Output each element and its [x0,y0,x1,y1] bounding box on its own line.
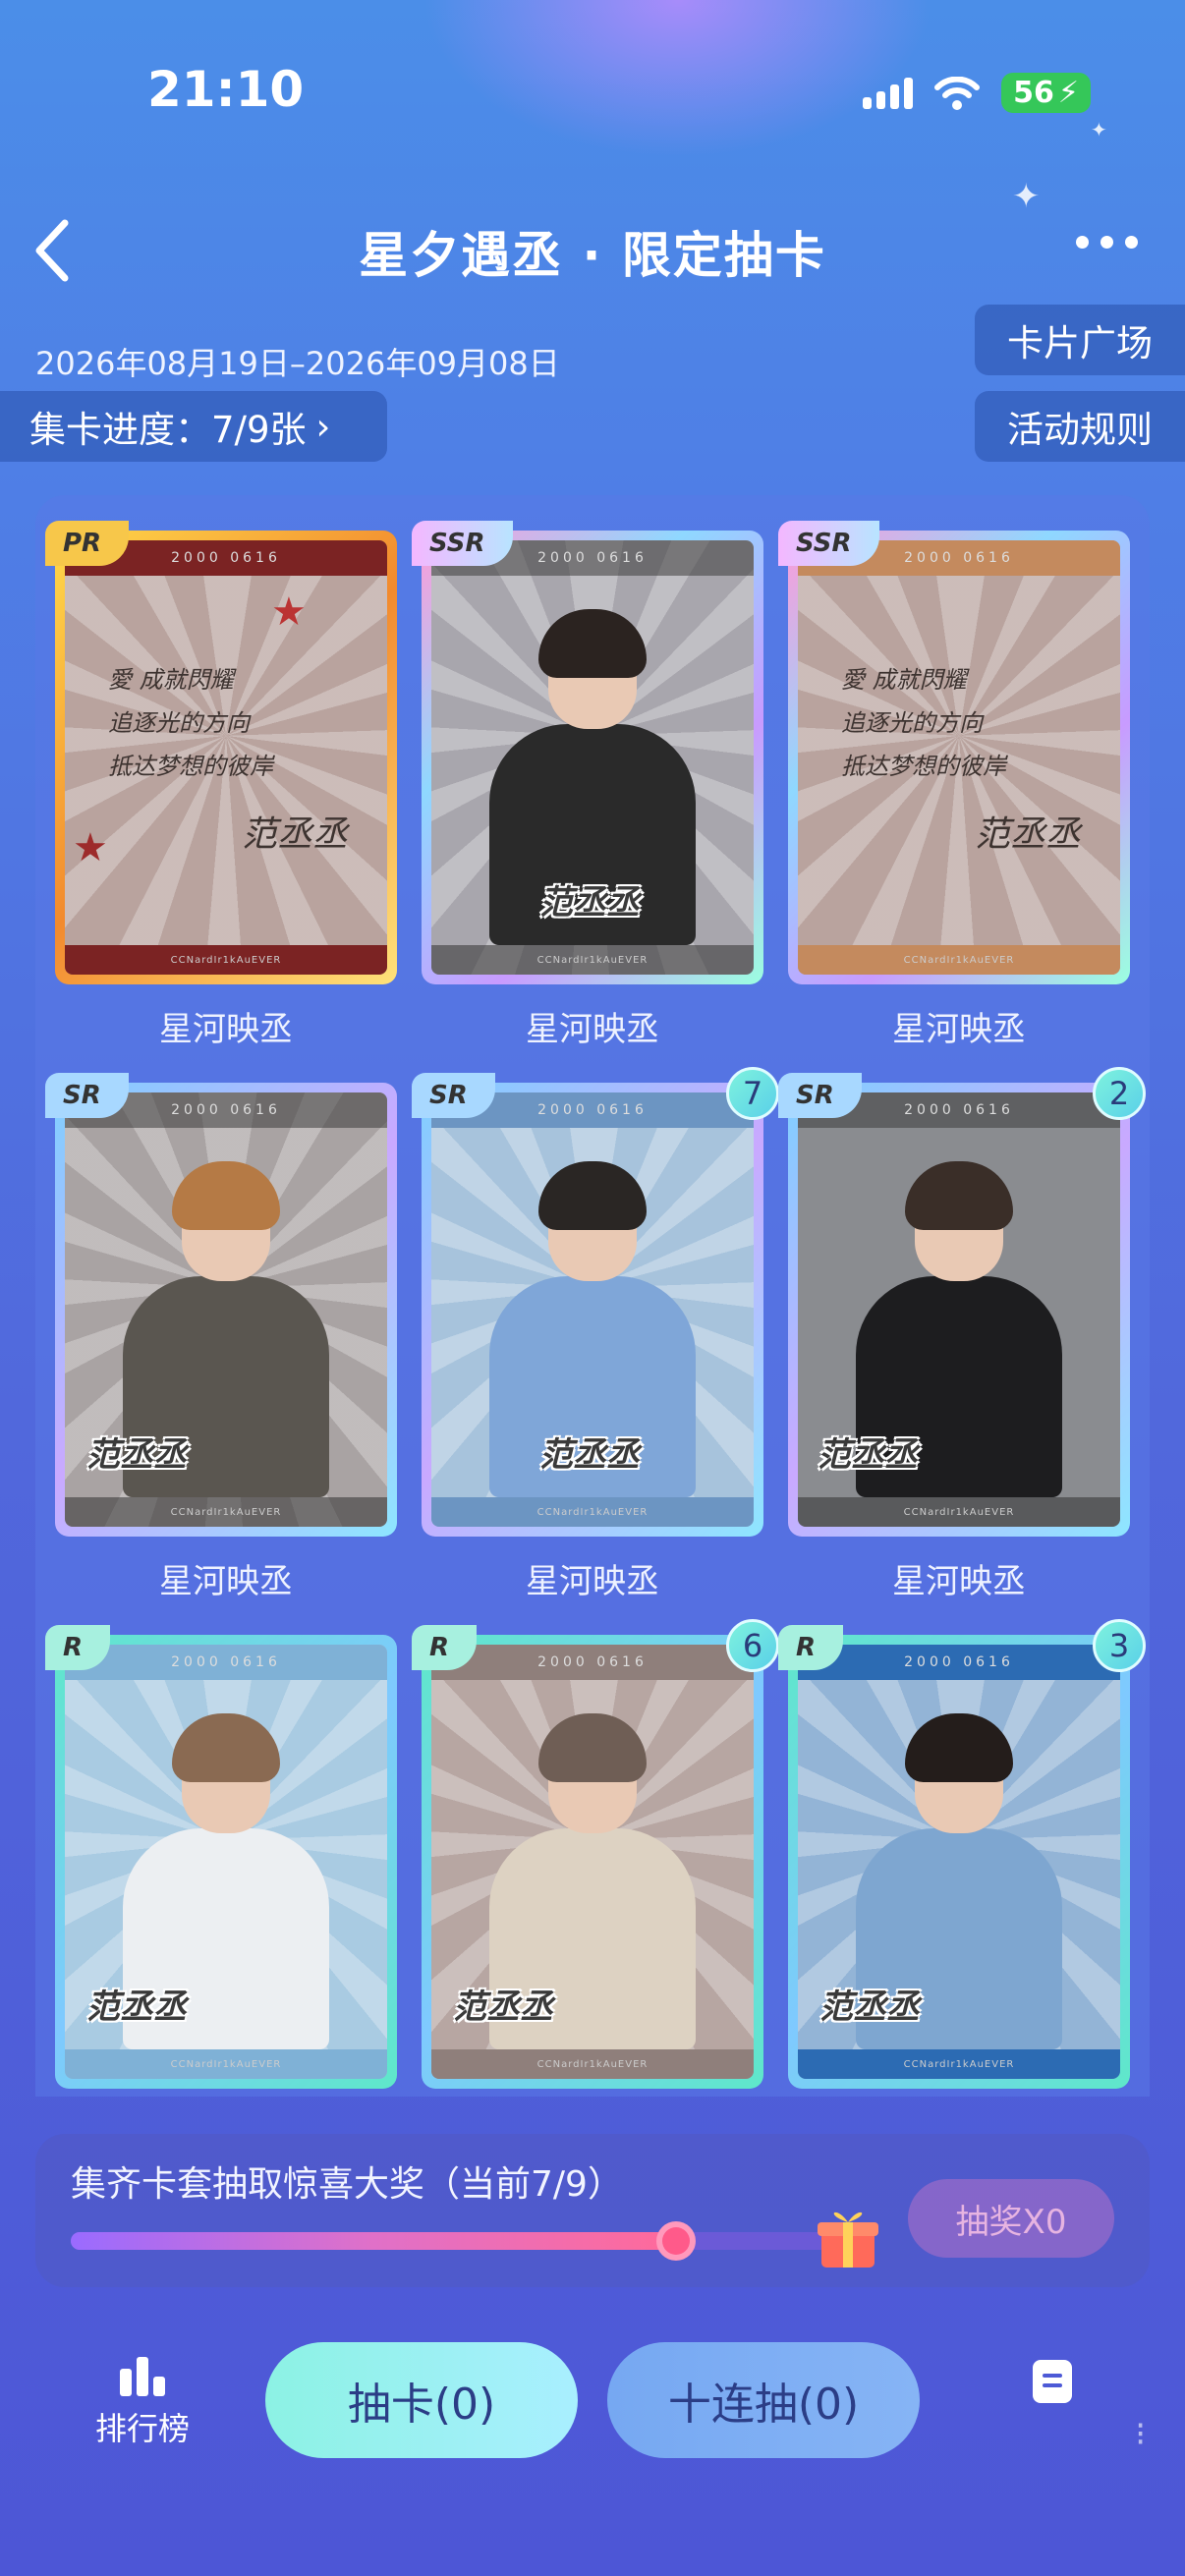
status-time: 21:10 [147,61,305,118]
card-name: 星河映丞 [526,1010,659,1049]
leaderboard-button[interactable]: 排行榜 [79,2353,206,2449]
card-footer-text: CCNardIr1kAuEVER [65,945,387,975]
name-stamp: 范丞丞 [539,883,640,923]
handwritten-note: 愛 成就閃耀 追逐光的方向 抵达梦想的彼岸 [841,666,1006,780]
charging-icon: ⚡ [1057,76,1079,110]
card-item[interactable]: 2000 0616 范丞丞 CCNardIr1kAuEVER SR 2 星河映丞 [778,1067,1146,1602]
collection-progress-button[interactable]: 集卡进度：7/9张 › [0,391,387,462]
sparkle-icon: ✦ [1012,177,1041,216]
battery-level: 56 [1013,76,1054,110]
card-footer-text: CCNardIr1kAuEVER [65,1497,387,1527]
name-stamp: 范丞丞 [818,1435,918,1475]
name-stamp: 范丞丞 [86,1435,187,1475]
signature: 范丞丞 [241,814,348,855]
card-serial: 2000 0616 [798,1645,1120,1680]
collection-progress-label: 集卡进度：7/9张 [29,409,307,451]
rarity-badge: SR [45,1073,129,1118]
card-frame[interactable]: 2000 0616 愛 成就閃耀 追逐光的方向 抵达梦想的彼岸 范丞丞 CCNa… [778,521,1130,984]
record-icon[interactable] [1033,2360,1072,2403]
card-count-badge: 2 [1093,1067,1146,1120]
rarity-badge: SR [778,1073,862,1118]
sparkle-icon: ✦ [1091,118,1107,141]
card-footer-text: CCNardIr1kAuEVER [798,2049,1120,2079]
status-icons: 56 ⚡ [863,73,1091,113]
rarity-badge: PR [45,521,130,566]
card-name: 星河映丞 [159,1010,293,1049]
name-stamp: 范丞丞 [539,1435,640,1475]
card-item[interactable]: 2000 0616 愛 成就閃耀 追逐光的方向 抵达梦想的彼岸 范丞丞 CCNa… [778,521,1130,1050]
battery-indicator: 56 ⚡ [1001,73,1091,113]
card-frame[interactable]: 2000 0616 ★ ★ 愛 成就閃耀 追逐光的方向 抵达梦想的彼岸 范丞丞 … [45,521,397,984]
card-grid: 2000 0616 ★ ★ 愛 成就閃耀 追逐光的方向 抵达梦想的彼岸 范丞丞 … [35,495,1150,2097]
card-footer-text: CCNardIr1kAuEVER [798,945,1120,975]
name-stamp: 范丞丞 [453,1988,553,2027]
signal-icon [863,77,914,109]
reward-progress-fill [71,2232,677,2250]
name-stamp: 范丞丞 [86,1988,187,2027]
card-footer-text: CCNardIr1kAuEVER [431,1497,754,1527]
card-item[interactable]: 2000 0616 范丞丞 CCNardIr1kAuEVER SSR 星河映丞 [412,521,763,1050]
rarity-badge: SSR [778,521,879,566]
card-footer-text: CCNardIr1kAuEVER [65,2049,387,2079]
reward-progress-knob [656,2221,697,2261]
card-name: 星河映丞 [526,1562,659,1601]
signature: 范丞丞 [974,814,1081,855]
card-frame[interactable]: 2000 0616 范丞丞 CCNardIr1kAuEVER SR 2 [778,1067,1146,1537]
card-item[interactable]: 2000 0616 范丞丞 CCNardIr1kAuEVER R 6 [412,1619,779,2089]
page-title: 星夕遇丞 · 限定抽卡 [359,227,826,284]
ten-draw-button[interactable]: 十连抽(0) [607,2342,920,2458]
card-count-badge: 7 [726,1067,779,1120]
card-square-button[interactable]: 卡片广场 [975,305,1185,375]
wifi-icon [934,76,981,110]
card-footer-text: CCNardIr1kAuEVER [431,2049,754,2079]
card-name: 星河映丞 [892,1010,1026,1049]
date-range: 2026年08月19日–2026年09月08日 [35,345,560,382]
card-item[interactable]: 2000 0616 范丞丞 CCNardIr1kAuEVER R [45,1625,397,2089]
name-stamp: 范丞丞 [819,1988,920,2027]
card-frame[interactable]: 2000 0616 范丞丞 CCNardIr1kAuEVER R [45,1625,397,2089]
card-serial: 2000 0616 [431,1645,754,1680]
side-handle[interactable]: ⁝ [1135,2415,1146,2454]
chevron-right-icon: › [315,405,331,448]
reward-text: 集齐卡套抽取惊喜大奖（当前7/9） [71,2164,623,2205]
card-footer-text: CCNardIr1kAuEVER [431,945,754,975]
background-glow [423,0,933,157]
star-icon: ★ [271,589,307,635]
leaderboard-icon [79,2353,206,2396]
reward-progress-bar [71,2221,847,2261]
card-item[interactable]: 2000 0616 范丞丞 CCNardIr1kAuEVER SR 7 星河映丞 [412,1067,779,1602]
card-item[interactable]: 2000 0616 范丞丞 CCNardIr1kAuEVER SR 星河映丞 [45,1073,397,1602]
card-item[interactable]: 2000 0616 范丞丞 CCNardIr1kAuEVER R 3 [778,1619,1146,2089]
card-count-badge: 6 [726,1619,779,1672]
card-item[interactable]: 2000 0616 ★ ★ 愛 成就閃耀 追逐光的方向 抵达梦想的彼岸 范丞丞 … [45,521,397,1050]
card-frame[interactable]: 2000 0616 范丞丞 CCNardIr1kAuEVER SR 7 [412,1067,779,1537]
card-count-badge: 3 [1093,1619,1146,1672]
card-name: 星河映丞 [159,1562,293,1601]
star-icon: ★ [73,825,108,870]
lottery-button[interactable]: 抽奖X0 [908,2179,1114,2258]
rarity-badge: SSR [412,521,513,566]
rarity-badge: SR [412,1073,495,1118]
card-frame[interactable]: 2000 0616 范丞丞 CCNardIr1kAuEVER SR [45,1073,397,1537]
leaderboard-label: 排行榜 [94,2410,190,2447]
card-footer-text: CCNardIr1kAuEVER [798,1497,1120,1527]
card-frame[interactable]: 2000 0616 范丞丞 CCNardIr1kAuEVER R 6 [412,1619,779,2089]
gift-icon [818,2212,878,2268]
card-serial: 2000 0616 [65,1645,387,1680]
card-name: 星河映丞 [892,1562,1026,1601]
reward-panel: 集齐卡套抽取惊喜大奖（当前7/9） 抽奖X0 [35,2134,1150,2287]
handwritten-note: 愛 成就閃耀 追逐光的方向 抵达梦想的彼岸 [108,666,273,780]
card-frame[interactable]: 2000 0616 范丞丞 CCNardIr1kAuEVER SSR [412,521,763,984]
card-frame[interactable]: 2000 0616 范丞丞 CCNardIr1kAuEVER R 3 [778,1619,1146,2089]
more-icon[interactable] [1076,236,1138,249]
draw-button[interactable]: 抽卡(0) [265,2342,578,2458]
activity-rules-button[interactable]: 活动规则 [975,391,1185,462]
